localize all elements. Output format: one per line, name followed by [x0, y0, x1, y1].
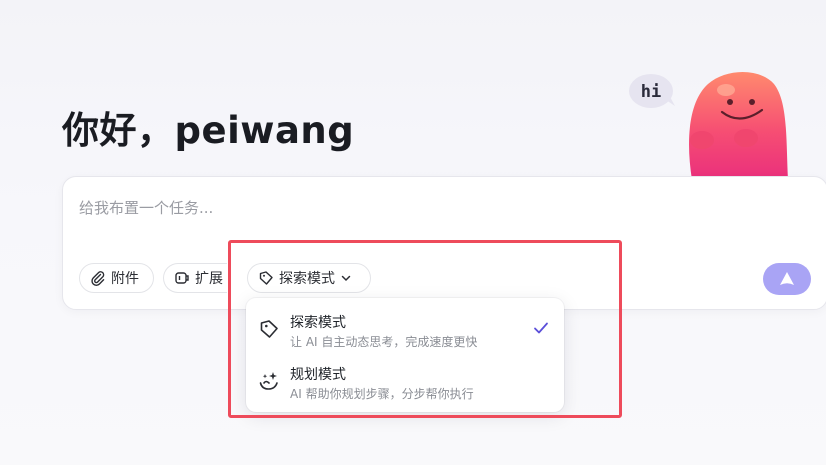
chevron-down-icon — [341, 275, 351, 282]
mode-option-title: 规划模式 — [290, 367, 346, 383]
mode-option-desc: AI 帮助你规划步骤，分步帮你执行 — [290, 387, 474, 401]
attach-label: 附件 — [111, 271, 139, 287]
check-icon — [534, 322, 548, 334]
speech-bubble-text: hi — [641, 82, 661, 102]
send-button[interactable] — [763, 263, 811, 295]
mode-dropdown-menu: 探索模式 让 AI 自主动态思考，完成速度更快 规划模式 AI 帮助你规划步骤，… — [246, 298, 564, 412]
send-arrow-icon — [780, 272, 794, 285]
paperclip-icon — [91, 271, 105, 286]
mode-select-button[interactable]: 探索模式 — [247, 263, 371, 293]
mode-option-title: 探索模式 — [290, 315, 346, 331]
attach-button[interactable]: 附件 — [79, 263, 154, 293]
speech-bubble: hi — [629, 74, 675, 108]
extend-button[interactable]: 扩展 — [163, 263, 227, 293]
mode-option-explore[interactable]: 探索模式 让 AI 自主动态思考，完成速度更快 — [246, 304, 564, 354]
greeting-title: 你好，peiwang — [62, 109, 355, 152]
extension-icon — [175, 272, 189, 284]
task-input[interactable]: 给我布置一个任务... — [79, 197, 213, 218]
mascot-illustration: hi — [629, 72, 788, 180]
mode-select-label: 探索模式 — [279, 271, 335, 287]
explore-tag-icon — [260, 320, 278, 338]
task-input-card: 给我布置一个任务... 附件 扩展 探索模式 — [62, 176, 826, 310]
mode-option-plan[interactable]: 规划模式 AI 帮助你规划步骤，分步帮你执行 — [246, 356, 564, 406]
mode-option-desc: 让 AI 自主动态思考，完成速度更快 — [290, 335, 478, 349]
plan-sparkle-icon — [259, 372, 278, 390]
extend-label: 扩展 — [195, 271, 223, 287]
explore-tag-icon — [259, 271, 273, 285]
